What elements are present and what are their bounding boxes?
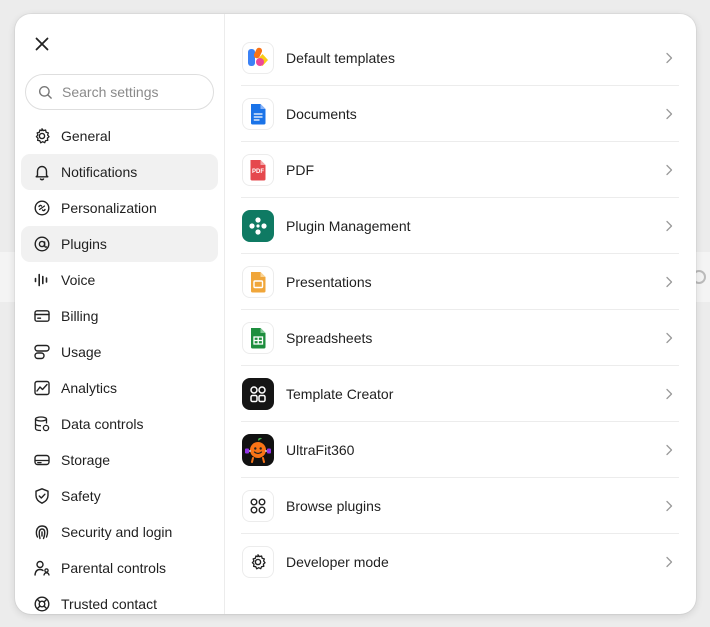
plugin-label: PDF — [286, 161, 314, 178]
plugin-row-template-creator[interactable]: Template Creator — [241, 366, 679, 422]
gear-icon — [242, 546, 274, 578]
sidebar-item-general[interactable]: General — [21, 118, 218, 154]
chevron-right-icon — [666, 220, 673, 231]
plugin-label: Browse plugins — [286, 497, 381, 514]
sidebar-item-usage[interactable]: Usage — [21, 334, 218, 370]
pdf-icon-text: PDF — [252, 168, 264, 175]
close-icon — [35, 37, 49, 51]
close-button[interactable] — [32, 34, 52, 54]
chevron-right-icon — [666, 108, 673, 119]
search-icon — [38, 85, 52, 99]
ultrafit360-icon — [242, 433, 274, 466]
database-icon — [33, 415, 51, 433]
chevron-right-icon — [666, 276, 673, 287]
sidebar-item-label: Analytics — [61, 380, 118, 396]
sidebar-item-notifications[interactable]: Notifications — [21, 154, 218, 190]
plugin-row-browse-plugins[interactable]: Browse plugins — [241, 478, 679, 534]
voice-waveform-icon — [33, 271, 51, 289]
shield-icon — [33, 487, 51, 505]
browse-plugins-icon — [242, 489, 274, 522]
sidebar-item-label: Billing — [61, 308, 99, 324]
pdf-icon: PDF — [242, 153, 274, 186]
chevron-right-icon — [666, 444, 673, 455]
plugin-row-developer-mode[interactable]: Developer mode — [241, 534, 679, 590]
lifebuoy-icon — [33, 595, 51, 613]
sidebar-item-parental-controls[interactable]: Parental controls — [21, 550, 218, 586]
bell-icon — [33, 163, 51, 181]
plugin-management-icon — [242, 209, 274, 242]
sidebar-item-label: Storage — [61, 452, 111, 468]
settings-dialog: General Notifications Personalization Pl… — [15, 14, 696, 614]
plugin-label: Default templates — [286, 49, 395, 66]
plugin-row-presentations[interactable]: Presentations — [241, 254, 679, 310]
sidebar-item-analytics[interactable]: Analytics — [21, 370, 218, 406]
plugin-row-pdf[interactable]: PDF PDF — [241, 142, 679, 198]
chevron-right-icon — [666, 332, 673, 343]
analytics-icon — [33, 379, 51, 397]
chevron-right-icon — [666, 164, 673, 175]
sidebar-item-label: Notifications — [61, 164, 138, 180]
sidebar-item-label: General — [61, 128, 111, 144]
plugin-row-documents[interactable]: Documents — [241, 86, 679, 142]
sidebar-item-data-controls[interactable]: Data controls — [21, 406, 218, 442]
parental-icon — [33, 559, 51, 577]
plugin-label: Plugin Management — [286, 217, 411, 234]
gear-icon — [33, 127, 51, 145]
plugin-label: Developer mode — [286, 554, 389, 570]
sidebar-item-trusted-contact[interactable]: Trusted contact — [21, 586, 218, 614]
plugins-icon — [33, 235, 51, 253]
default-templates-icon — [242, 41, 274, 74]
sidebar-item-security-and-login[interactable]: Security and login — [21, 514, 218, 550]
plugin-label: Spreadsheets — [286, 329, 373, 346]
sidebar-item-label: Plugins — [61, 236, 107, 252]
plugin-row-plugin-management[interactable]: Plugin Management — [241, 198, 679, 254]
search-box[interactable] — [25, 74, 214, 110]
plugin-label: Template Creator — [286, 385, 394, 402]
plugin-row-spreadsheets[interactable]: Spreadsheets — [241, 310, 679, 366]
plugin-label: Documents — [286, 105, 357, 122]
sidebar-item-label: Data controls — [61, 416, 144, 432]
sidebar-item-safety[interactable]: Safety — [21, 478, 218, 514]
plugin-row-default-templates[interactable]: Default templates — [241, 30, 679, 86]
template-creator-icon — [242, 377, 274, 410]
sidebar-item-plugins[interactable]: Plugins — [21, 226, 218, 262]
sidebar-item-label: Trusted contact — [61, 596, 157, 612]
search-input[interactable] — [62, 84, 202, 100]
personalization-icon — [33, 199, 51, 217]
chevron-right-icon — [666, 388, 673, 399]
sidebar-item-voice[interactable]: Voice — [21, 262, 218, 298]
sidebar-item-label: Security and login — [61, 524, 173, 540]
sidebar-item-billing[interactable]: Billing — [21, 298, 218, 334]
sidebar-item-label: Usage — [61, 344, 102, 360]
presentations-icon — [242, 265, 274, 298]
usage-icon — [33, 343, 51, 361]
sidebar-item-label: Parental controls — [61, 560, 167, 576]
plugin-label: UltraFit360 — [286, 441, 355, 458]
sidebar-item-label: Voice — [61, 272, 96, 288]
chevron-right-icon — [666, 52, 673, 63]
sidebar-nav: General Notifications Personalization Pl… — [21, 118, 218, 614]
sidebar-item-label: Personalization — [61, 200, 157, 216]
plugin-label: Presentations — [286, 273, 372, 290]
chevron-right-icon — [666, 556, 673, 568]
storage-icon — [33, 451, 51, 469]
spreadsheets-icon — [242, 321, 274, 354]
plugin-row-ultrafit360[interactable]: UltraFit360 — [241, 422, 679, 478]
documents-icon — [242, 97, 274, 130]
fingerprint-icon — [33, 523, 51, 541]
sidebar-item-storage[interactable]: Storage — [21, 442, 218, 478]
plugins-panel: Default templates Documents PDF PDF Plug… — [225, 14, 696, 614]
chevron-right-icon — [666, 500, 673, 511]
sidebar-item-label: Safety — [61, 488, 101, 504]
credit-card-icon — [33, 307, 51, 325]
settings-sidebar: General Notifications Personalization Pl… — [15, 14, 225, 614]
sidebar-item-personalization[interactable]: Personalization — [21, 190, 218, 226]
